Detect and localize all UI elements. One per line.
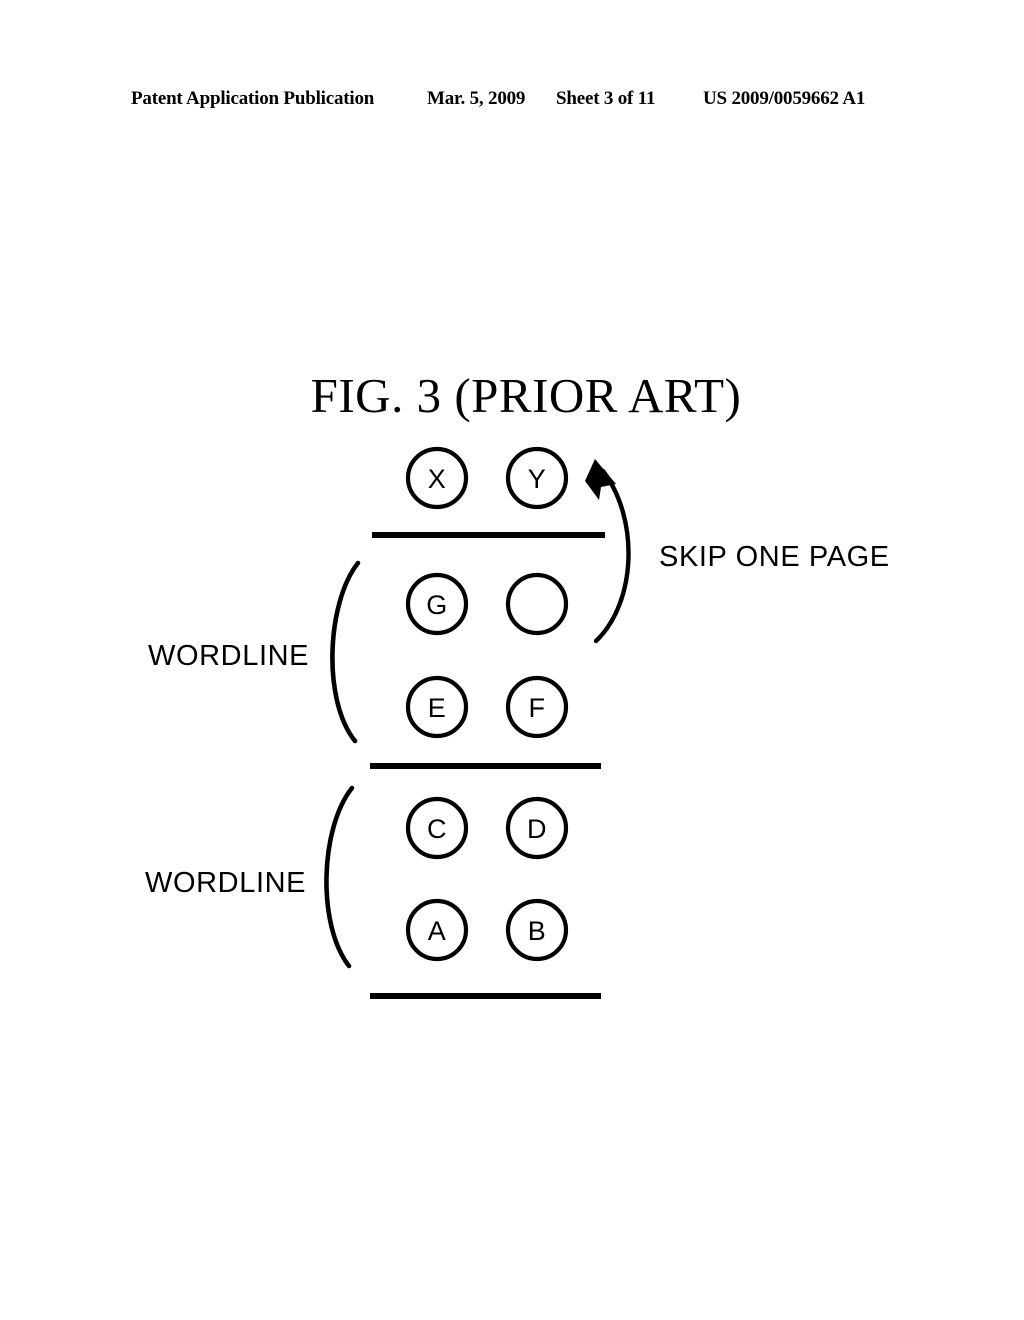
memory-cell-circle	[505, 572, 569, 636]
memory-cell-e: E	[405, 675, 469, 739]
wordline-brace-upper	[330, 560, 361, 744]
memory-cell-label: B	[528, 916, 547, 946]
wordline-brace-lower	[324, 785, 355, 969]
skip-one-page-arrowhead	[585, 459, 616, 500]
memory-cell-empty	[505, 572, 569, 636]
skip-one-page-label: SKIP ONE PAGE	[659, 541, 890, 573]
memory-cell-label: E	[428, 693, 447, 723]
memory-cell-label: D	[527, 814, 547, 844]
memory-cell-b: B	[505, 898, 569, 962]
memory-cell-label: X	[428, 464, 447, 494]
skip-one-page-arrow-curve	[593, 468, 631, 644]
memory-cell-a: A	[405, 898, 469, 962]
memory-cell-y: Y	[505, 446, 569, 510]
memory-cell-d: D	[505, 796, 569, 860]
memory-cell-g: G	[405, 572, 469, 636]
memory-cell-x: X	[405, 446, 469, 510]
memory-page-diagram: X Y G E F C D A B WORDLINE WORDLINE SKIP…	[0, 0, 1024, 1320]
memory-cell-label: G	[426, 590, 448, 620]
cell-row-0: X Y	[405, 446, 569, 510]
cell-row-4: A B	[405, 898, 569, 962]
memory-cell-label: C	[427, 814, 447, 844]
wordline-label-lower: WORDLINE	[145, 867, 306, 899]
memory-cell-label: Y	[528, 464, 547, 494]
cell-row-2: E F	[405, 675, 569, 739]
memory-cell-label: F	[529, 693, 546, 723]
cell-row-1: G	[405, 572, 569, 636]
memory-cell-c: C	[405, 796, 469, 860]
memory-cell-f: F	[505, 675, 569, 739]
memory-cell-label: A	[428, 916, 447, 946]
cell-row-3: C D	[405, 796, 569, 860]
wordline-label-upper: WORDLINE	[148, 640, 309, 672]
